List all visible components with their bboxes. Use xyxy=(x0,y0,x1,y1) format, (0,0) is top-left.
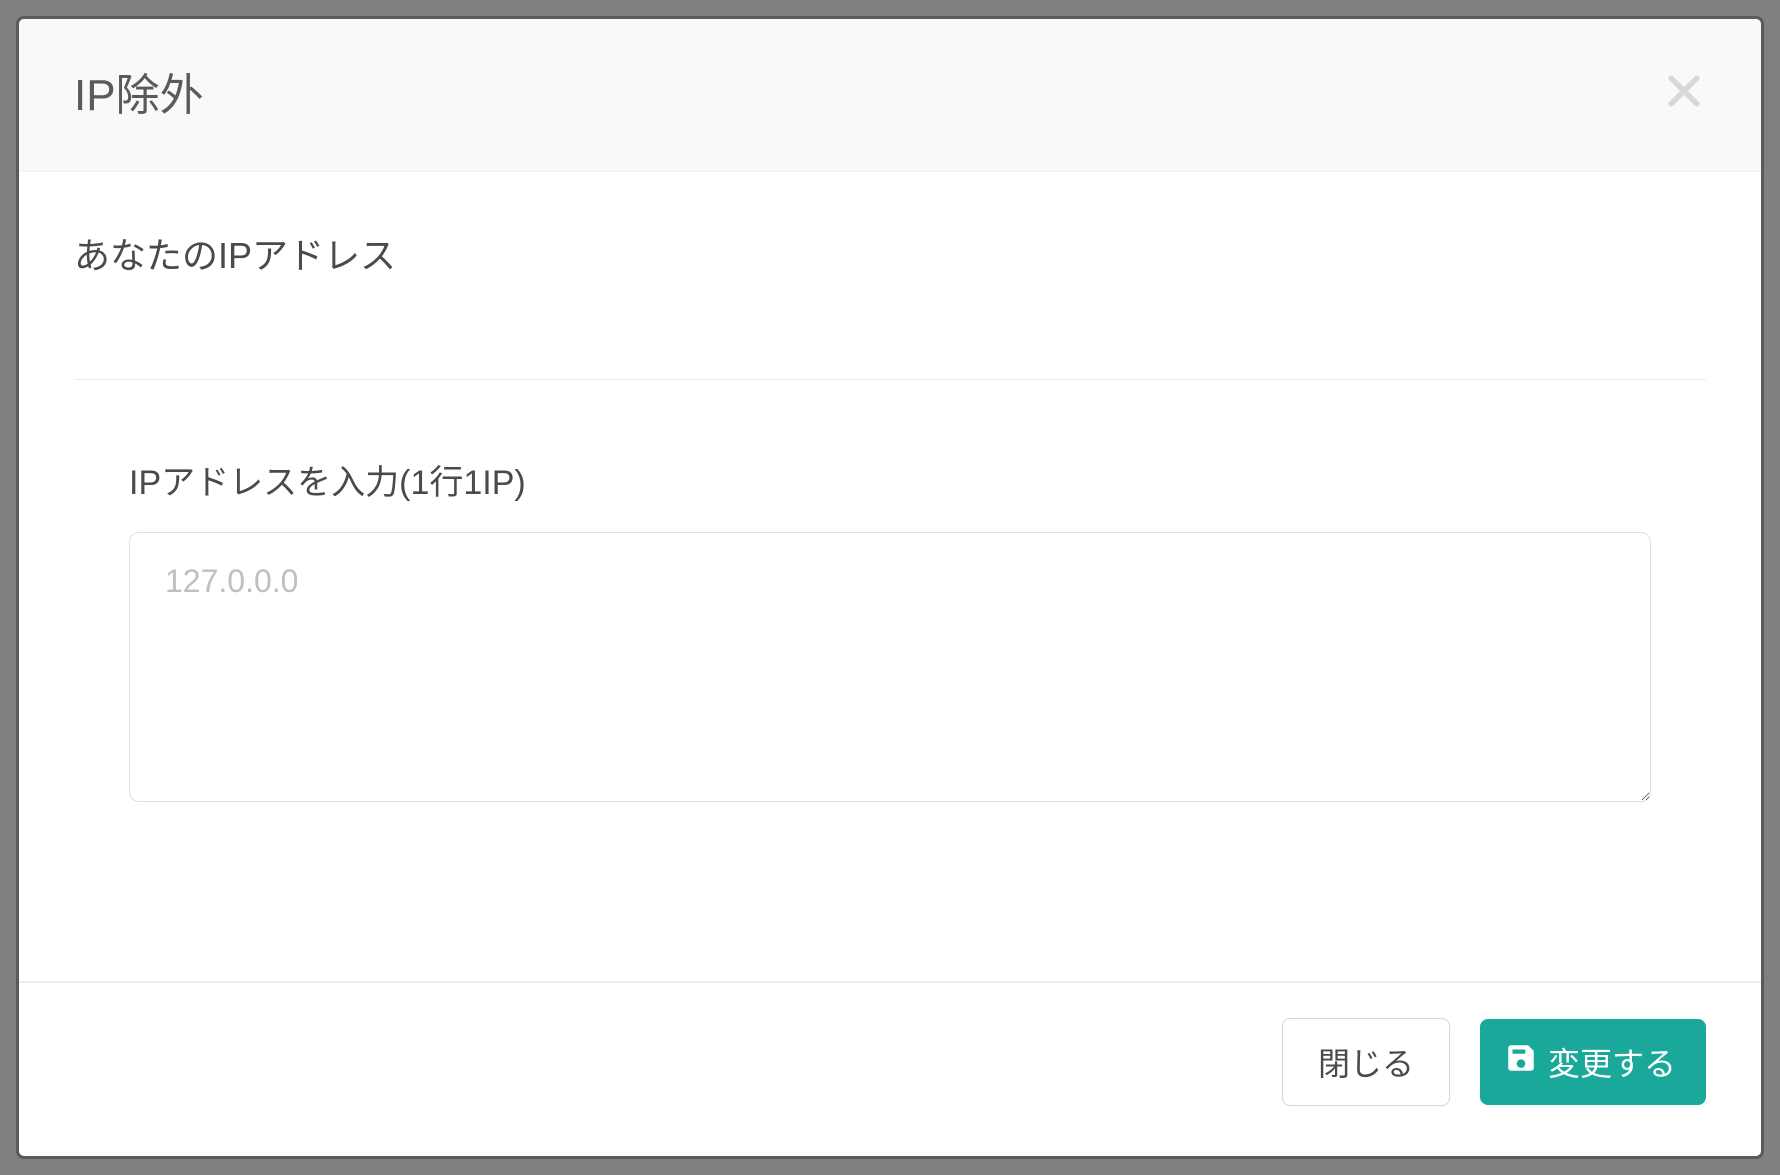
your-ip-label: あなたのIPアドレス xyxy=(74,227,1706,279)
modal-header: IP除外 xyxy=(19,19,1761,172)
ip-address-textarea[interactable] xyxy=(129,532,1651,802)
ip-exclusion-modal: IP除外 あなたのIPアドレス IPアドレスを入力(1行1IP) 閉じる 変更す… xyxy=(16,16,1764,1159)
ip-input-label: IPアドレスを入力(1行1IP) xyxy=(129,455,1651,504)
modal-footer: 閉じる 変更する xyxy=(19,981,1761,1156)
close-button[interactable]: 閉じる xyxy=(1282,1018,1450,1106)
save-icon xyxy=(1504,1041,1538,1083)
save-button-label: 変更する xyxy=(1548,1039,1676,1085)
modal-title: IP除外 xyxy=(74,59,204,123)
input-section: IPアドレスを入力(1行1IP) xyxy=(74,455,1706,807)
close-icon[interactable] xyxy=(1662,69,1706,113)
modal-body: あなたのIPアドレス IPアドレスを入力(1行1IP) xyxy=(19,172,1761,981)
divider xyxy=(74,379,1706,380)
save-button[interactable]: 変更する xyxy=(1480,1019,1706,1105)
